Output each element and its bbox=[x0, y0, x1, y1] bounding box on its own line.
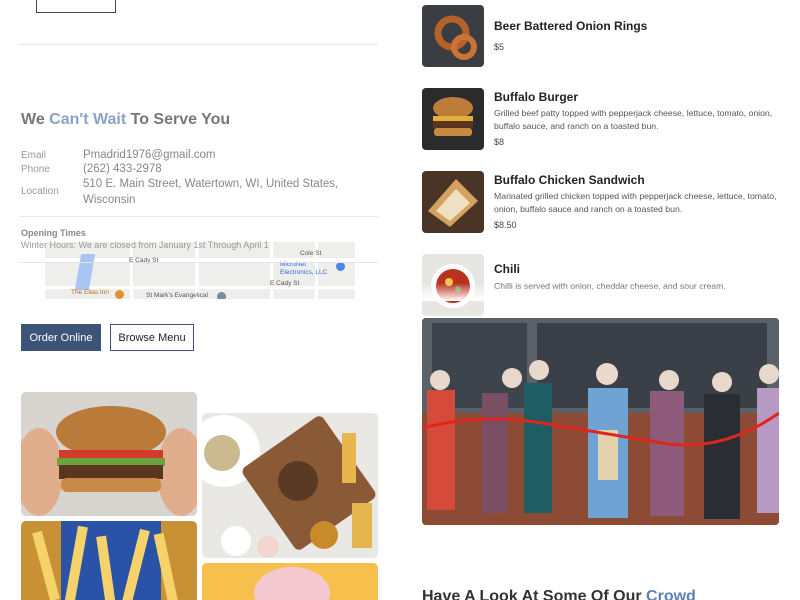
map-label: Cole St bbox=[300, 250, 322, 257]
divider bbox=[20, 216, 378, 217]
map-label: E Cady St bbox=[270, 280, 300, 287]
phone-value[interactable]: (262) 433-2978 bbox=[83, 161, 162, 177]
menu-item-name: Buffalo Chicken Sandwich bbox=[494, 173, 645, 187]
phone-label: Phone bbox=[21, 164, 50, 175]
menu-item-price: $5 bbox=[494, 42, 505, 52]
burger-plate-photo bbox=[202, 413, 378, 558]
menu-item-price: $8 bbox=[494, 137, 505, 147]
order-online-button[interactable]: Order Online bbox=[21, 324, 101, 351]
divider bbox=[20, 262, 378, 263]
map-label: MicroNet Electronics, LLC bbox=[280, 261, 328, 276]
fries-photo bbox=[21, 521, 197, 600]
title-accent: Can't Wait bbox=[49, 111, 127, 128]
ice-cream-photo bbox=[202, 563, 378, 600]
menu-item-name: Beer Battered Onion Rings bbox=[494, 19, 648, 33]
burger-in-hands-photo bbox=[21, 392, 197, 516]
crowd-section-title: Have A Look At Some Of Our Crowd bbox=[422, 588, 696, 600]
bed-icon bbox=[115, 290, 124, 299]
contact-section-title: We Can't Wait To Serve You bbox=[21, 111, 231, 128]
church-icon bbox=[217, 292, 226, 299]
scroll-fade bbox=[422, 283, 782, 301]
sandwich-photo bbox=[422, 171, 484, 233]
location-map[interactable]: E Cady St Cole St MicroNet Electronics, … bbox=[45, 242, 355, 299]
onion-rings-photo bbox=[422, 5, 484, 67]
email-label: Email bbox=[21, 150, 47, 161]
divider bbox=[20, 44, 378, 45]
menu-item-description: Marinated grilled chicken topped with pe… bbox=[494, 191, 777, 214]
opening-times-title: Opening Times bbox=[21, 228, 86, 238]
opening-times-text: Winter Hours: We are closed from January… bbox=[21, 240, 269, 250]
location-label: Location bbox=[21, 186, 59, 197]
menu-item[interactable]: Buffalo Chicken Sandwich Marinated grill… bbox=[422, 171, 782, 235]
menu-item[interactable]: Beer Battered Onion Rings $5 bbox=[422, 5, 782, 69]
pin-icon bbox=[336, 262, 345, 271]
top-outline-box bbox=[36, 0, 116, 13]
browse-menu-button[interactable]: Browse Menu bbox=[110, 324, 194, 351]
menu-item-name: Buffalo Burger bbox=[494, 90, 578, 104]
menu-item-description: Grilled beef patty topped with pepperjac… bbox=[494, 108, 773, 131]
menu-item[interactable]: Buffalo Burger Grilled beef patty topped… bbox=[422, 88, 782, 152]
menu-item-name: Chili bbox=[494, 262, 520, 276]
location-value: 510 E. Main Street, Watertown, WI, Unite… bbox=[83, 178, 339, 206]
title-accent: Crowd bbox=[646, 588, 696, 600]
ribbon-cutting-photo bbox=[422, 318, 779, 525]
map-label: The Elias Inn bbox=[71, 289, 109, 296]
burger-photo bbox=[422, 88, 484, 150]
menu-item-price: $8.50 bbox=[494, 220, 517, 230]
map-label: St Mark's Evangelical bbox=[146, 292, 208, 299]
